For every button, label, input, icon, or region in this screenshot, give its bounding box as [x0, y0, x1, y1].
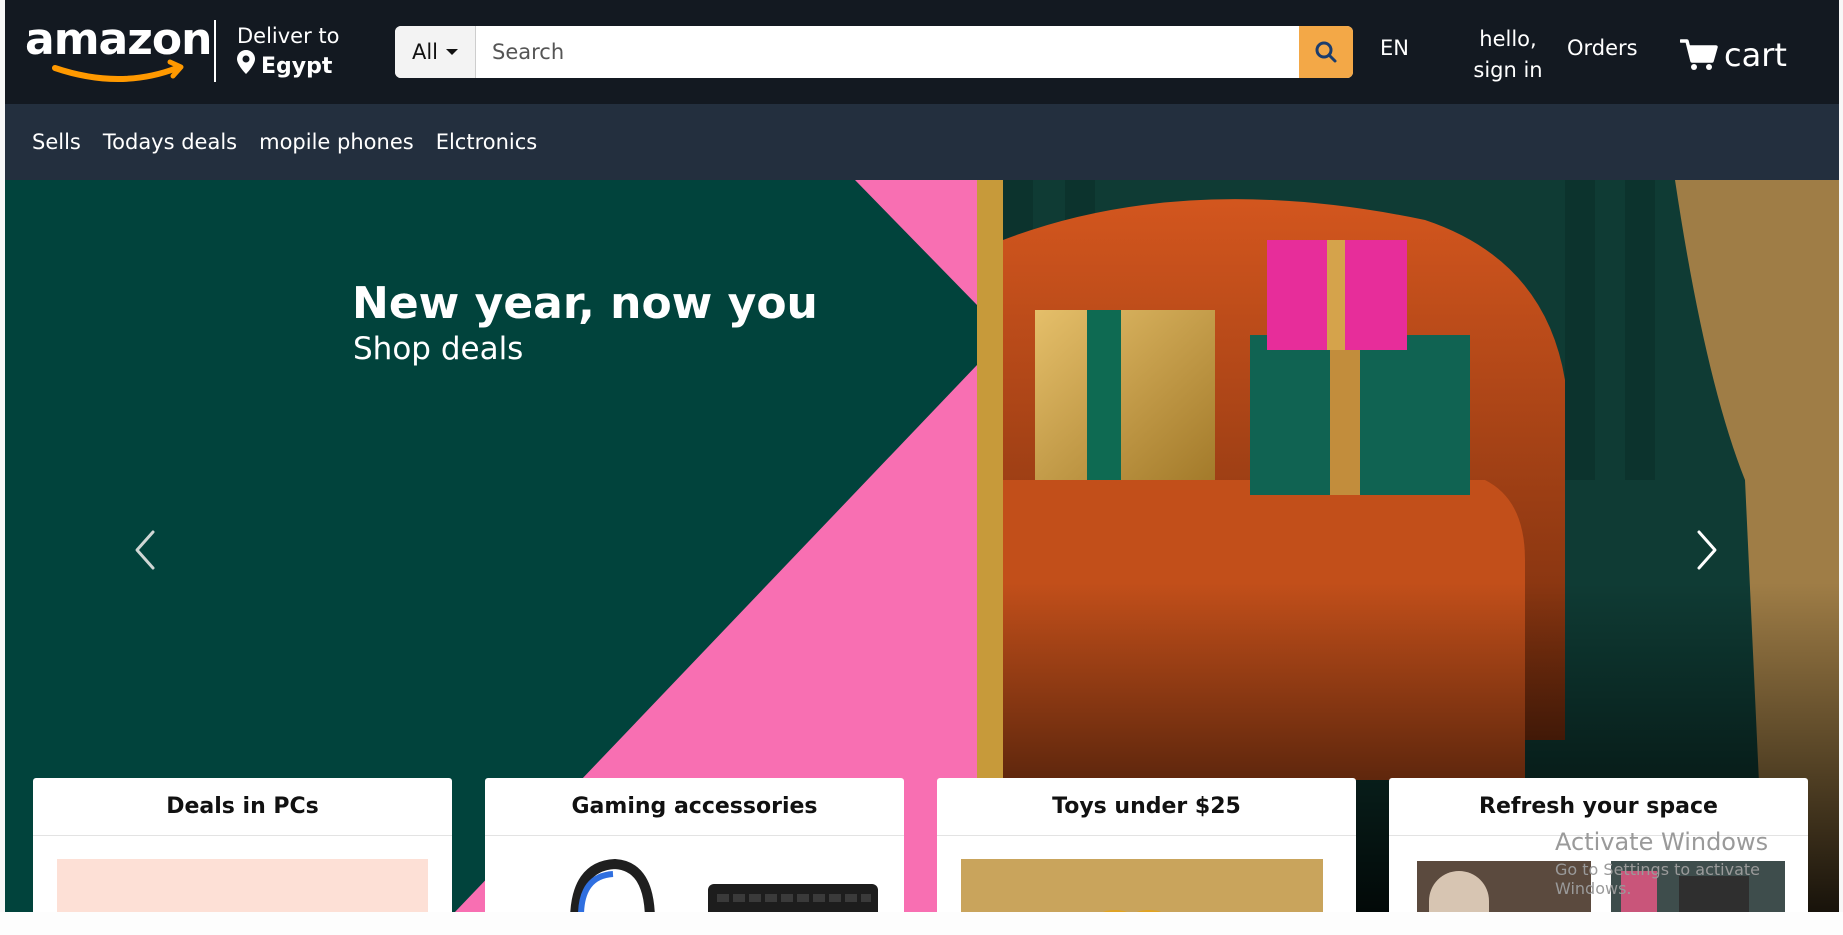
sign-in-link[interactable]: hello, sign in [1460, 24, 1556, 86]
carousel-prev-button[interactable] [133, 528, 157, 576]
nav-item-sells[interactable]: Sells [32, 130, 81, 154]
search-bar: All [395, 26, 1353, 78]
map-pin-icon [237, 50, 255, 83]
activation-subtitle: Go to Settings to activate Windows. [1555, 860, 1760, 898]
card-toys-under-25[interactable]: Toys under $25 [937, 778, 1356, 912]
card-deals-in-pcs[interactable]: Deals in PCs [33, 778, 452, 912]
search-icon [1315, 41, 1337, 63]
card-gaming-accessories[interactable]: Gaming accessories [485, 778, 904, 912]
deliver-location: Egypt [261, 53, 333, 79]
search-button[interactable] [1299, 26, 1353, 78]
nav-item-electronics[interactable]: Elctronics [436, 130, 538, 154]
deliver-label: Deliver to [237, 24, 340, 48]
cart-link[interactable]: cart [1680, 36, 1787, 74]
nav-item-todays-deals[interactable]: Todays deals [103, 130, 237, 154]
sub-navigation: Sells Todays deals mopile phones Elctron… [5, 104, 1839, 180]
logo-divider [214, 20, 216, 82]
orders-link[interactable]: Orders [1567, 36, 1638, 60]
activation-title: Activate Windows [1555, 828, 1769, 856]
card-image[interactable] [937, 836, 1356, 912]
card-title: Gaming accessories [485, 778, 904, 836]
page-bottom-strip [0, 912, 1843, 935]
card-title: Deals in PCs [33, 778, 452, 836]
signin-label: sign in [1473, 58, 1543, 82]
caret-down-icon [446, 49, 459, 55]
hero-subtitle[interactable]: Shop deals [353, 331, 523, 367]
hero-title: New year, now you [352, 278, 818, 329]
cart-label: cart [1724, 36, 1787, 74]
carousel-next-button[interactable] [1695, 528, 1719, 576]
language-selector[interactable]: EN [1380, 36, 1409, 60]
deliver-to[interactable]: Deliver to Egypt [237, 22, 340, 83]
amazon-logo[interactable]: amazon [25, 14, 215, 86]
top-header: amazon Deliver to Egypt All Search EN he… [5, 0, 1839, 104]
search-input[interactable] [476, 26, 1299, 78]
card-title: Toys under $25 [937, 778, 1356, 836]
chevron-left-icon [135, 530, 155, 570]
card-image[interactable] [485, 836, 904, 912]
chevron-right-icon [1697, 530, 1717, 570]
windows-activation-notice: Activate Windows Go to Settings to activ… [1555, 828, 1839, 898]
signin-greeting: hello, [1479, 27, 1537, 51]
nav-item-mobile-phones[interactable]: mopile phones [259, 130, 414, 154]
card-image[interactable] [33, 836, 452, 912]
logo-wordmark: amazon [25, 16, 211, 65]
cart-icon [1680, 39, 1718, 70]
search-category-label: All [411, 40, 439, 64]
search-category-select[interactable]: All [395, 26, 476, 78]
browser-viewport: amazon Deliver to Egypt All Search EN he… [5, 0, 1839, 912]
category-cards: Deals in PCs Gaming accessories Toys und… [33, 778, 1808, 912]
